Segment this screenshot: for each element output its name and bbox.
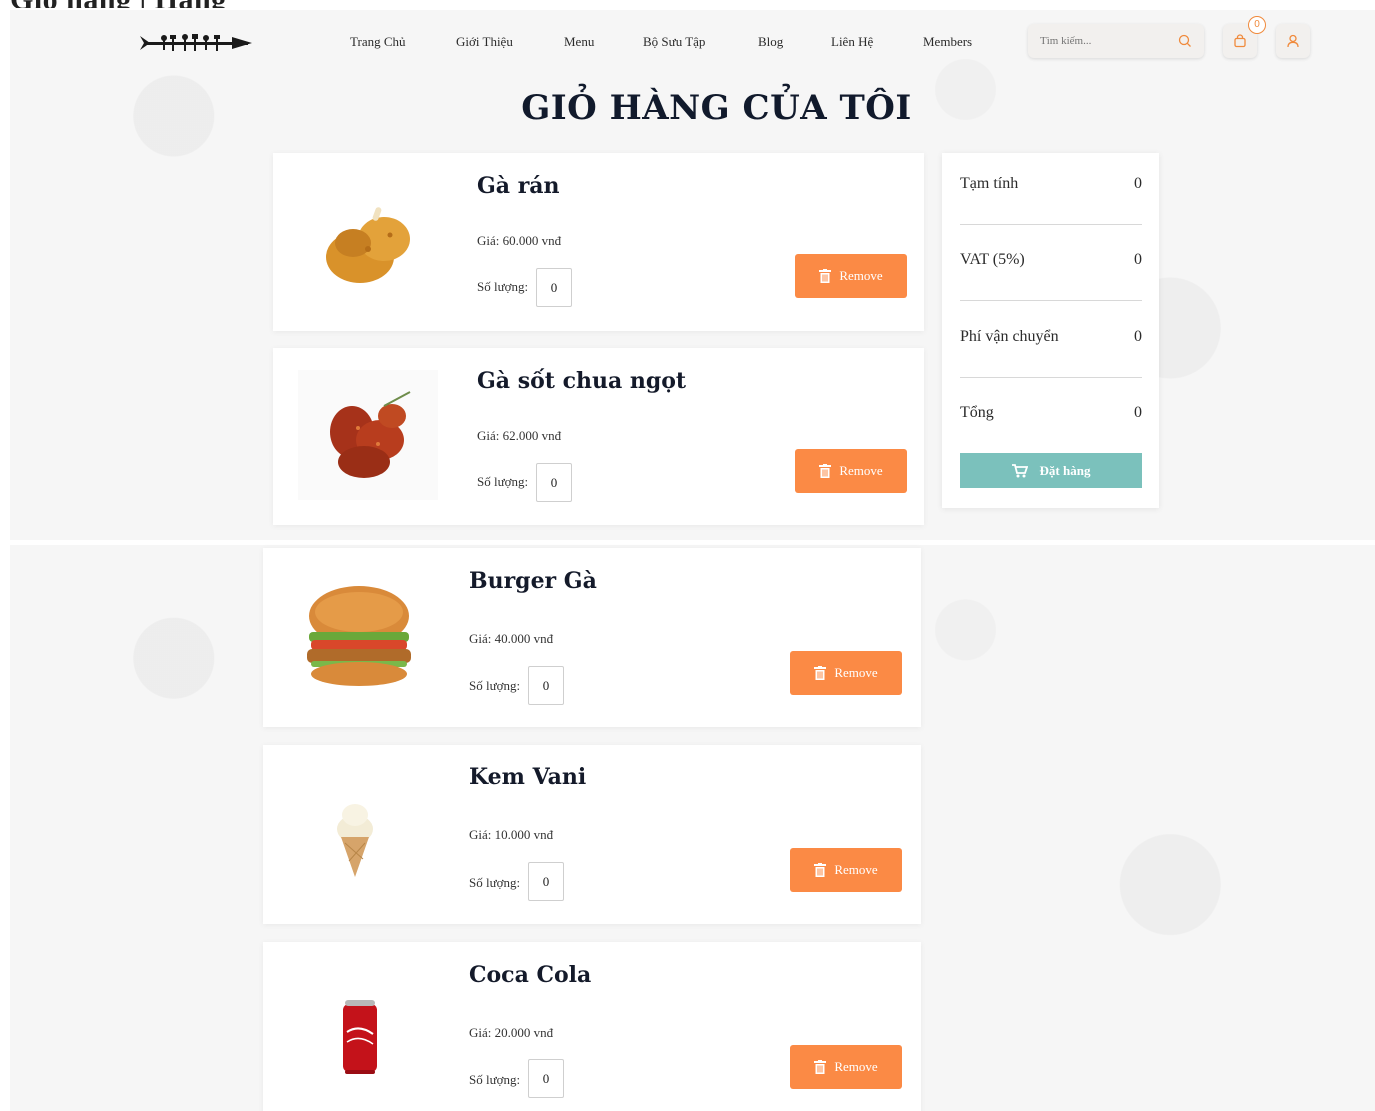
cart-item: Gà sốt chua ngọt Giá: 62.000 vnđ Số lượn… [273, 348, 924, 525]
quantity-input[interactable] [528, 862, 564, 901]
nav-collection[interactable]: Bộ Sưu Tập [643, 34, 705, 50]
qty-label: Số lượng: [469, 678, 521, 693]
total-label: Tổng [960, 404, 994, 421]
search-input[interactable] [1040, 32, 1170, 50]
quantity-input[interactable] [536, 463, 572, 502]
nav-menu[interactable]: Menu [564, 34, 594, 50]
qty-label: Số lượng: [469, 1072, 521, 1087]
nav-members[interactable]: Members [923, 34, 972, 50]
remove-button[interactable]: Remove [795, 449, 907, 493]
nav-blog[interactable]: Blog [758, 34, 783, 50]
search-icon[interactable] [1178, 34, 1192, 48]
coca-cola-can-image [343, 1000, 377, 1074]
remove-button[interactable]: Remove [790, 1045, 902, 1089]
cart-icon [1011, 463, 1028, 477]
shipping-label: Phí vận chuyển [960, 328, 1059, 345]
item-name: Burger Gà [469, 568, 597, 594]
cart-panel-bottom: Burger Gà Giá: 40.000 vnđ Số lượng: Remo… [10, 545, 1375, 1111]
cart-count-badge: 0 [1248, 16, 1266, 34]
qty-label: Số lượng: [477, 474, 529, 489]
cart-item: Coca Cola Giá: 20.000 vnđ Số lượng: Remo… [263, 942, 921, 1111]
qty-label: Số lượng: [469, 875, 521, 890]
item-name: Kem Vani [469, 764, 587, 790]
account-button[interactable] [1276, 24, 1310, 58]
item-name: Gà sốt chua ngọt [477, 368, 687, 394]
item-name: Coca Cola [469, 962, 592, 988]
vanilla-ice-cream-image [337, 804, 373, 877]
item-price: Giá: 62.000 vnđ [477, 428, 562, 443]
user-icon [1287, 34, 1299, 48]
place-order-button[interactable]: Đặt hàng [960, 453, 1142, 488]
nav-about[interactable]: Giới Thiệu [456, 34, 513, 50]
sweet-sour-chicken-image [298, 370, 438, 500]
cart-item: Burger Gà Giá: 40.000 vnđ Số lượng: Remo… [263, 548, 921, 727]
subtotal-value: 0 [1134, 175, 1142, 192]
vat-label: VAT (5%) [960, 251, 1025, 268]
trash-icon [819, 464, 832, 478]
fried-chicken-image [326, 207, 410, 283]
trash-icon [819, 269, 832, 283]
remove-label: Remove [839, 268, 883, 283]
quantity-input[interactable] [528, 666, 564, 705]
cropped-heading: Giỏ hàng | Hàng [10, 0, 610, 8]
nav-home[interactable]: Trang Chủ [350, 34, 406, 50]
shipping-value: 0 [1134, 328, 1142, 345]
item-price: Giá: 10.000 vnđ [469, 827, 554, 842]
nav-contact[interactable]: Liên Hệ [831, 34, 873, 50]
page-title: GIỎ HÀNG CỦA TÔI [521, 88, 912, 128]
remove-button[interactable]: Remove [790, 848, 902, 892]
subtotal-label: Tạm tính [960, 175, 1019, 192]
divider [960, 300, 1142, 301]
total-value: 0 [1134, 404, 1142, 421]
remove-label: Remove [834, 665, 878, 680]
divider [960, 377, 1142, 378]
item-price: Giá: 60.000 vnđ [477, 233, 562, 248]
divider [960, 224, 1142, 225]
qty-label: Số lượng: [477, 279, 529, 294]
search-box [1028, 24, 1204, 58]
summary-subtotal: Tạm tính 0 [960, 175, 1142, 195]
summary-total: Tổng 0 [960, 404, 1142, 424]
main-nav: Trang Chủ Giới Thiệu Menu Bộ Sưu Tập Blo… [10, 34, 1010, 54]
place-order-label: Đặt hàng [1039, 462, 1091, 478]
cart-panel-top: Trang Chủ Giới Thiệu Menu Bộ Sưu Tập Blo… [10, 10, 1375, 540]
cart-item: Gà rán Giá: 60.000 vnđ Số lượng: Remove [273, 153, 924, 331]
item-price: Giá: 20.000 vnđ [469, 1025, 554, 1040]
quantity-input[interactable] [528, 1059, 564, 1098]
vat-value: 0 [1134, 251, 1142, 268]
chicken-burger-image [307, 586, 411, 686]
cart-item: Kem Vani Giá: 10.000 vnđ Số lượng: Remov… [263, 745, 921, 924]
trash-icon [814, 1060, 827, 1074]
remove-button[interactable]: Remove [790, 651, 902, 695]
quantity-input[interactable] [536, 268, 572, 307]
trash-icon [814, 666, 827, 680]
trash-icon [814, 863, 827, 877]
remove-button[interactable]: Remove [795, 254, 907, 298]
summary-vat: VAT (5%) 0 [960, 251, 1142, 271]
remove-label: Remove [839, 463, 883, 478]
order-summary: Tạm tính 0 VAT (5%) 0 Phí vận chuyển 0 T… [942, 153, 1159, 508]
item-name: Gà rán [477, 173, 560, 199]
item-price: Giá: 40.000 vnđ [469, 631, 554, 646]
remove-label: Remove [834, 862, 878, 877]
summary-shipping: Phí vận chuyển 0 [960, 328, 1142, 348]
remove-label: Remove [834, 1059, 878, 1074]
shopping-bag-icon [1234, 34, 1246, 48]
